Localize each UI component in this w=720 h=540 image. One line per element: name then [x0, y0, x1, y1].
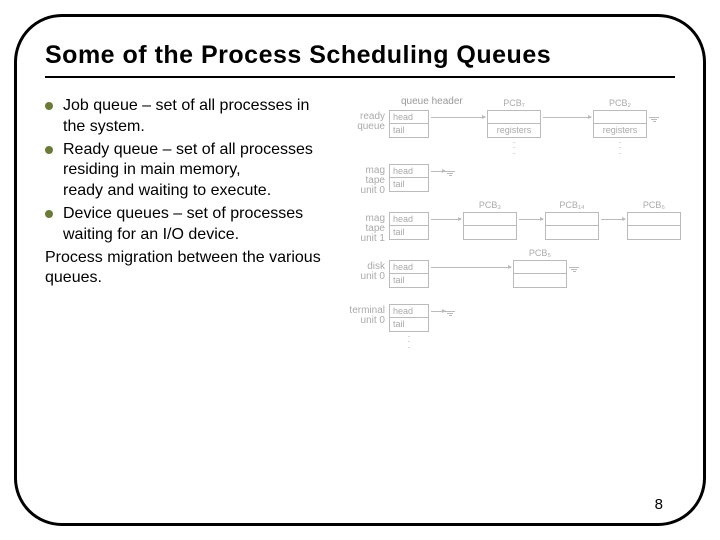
arrow-icon: [431, 311, 445, 312]
content-row: Job queue – set of all processes in the …: [45, 96, 675, 348]
pcb-label: PCB₁₄: [545, 200, 599, 210]
queue-label: mag tape unit 0: [345, 164, 389, 196]
head-cell: head: [390, 213, 428, 226]
queue-label: ready queue: [345, 110, 389, 132]
arrow-icon: [431, 219, 461, 220]
queue-header-box: head tail: [389, 260, 429, 288]
pcb-reg-cell: registers: [488, 124, 540, 137]
arrow-icon: [543, 117, 591, 118]
bullet-dot-icon: [45, 102, 53, 110]
tail-cell: tail: [390, 178, 428, 191]
bullet-text: Device queues – set of processes waiting…: [63, 204, 335, 246]
tail-cell: tail: [390, 274, 428, 287]
vertical-dots-icon: ···: [389, 334, 429, 350]
bullet-item: Job queue – set of all processes in the …: [45, 96, 335, 138]
head-cell: head: [390, 305, 428, 318]
tail-cell: tail: [390, 226, 428, 239]
ground-icon: [445, 171, 455, 176]
queue-diagram: queue header ready queue head tail PCB₇ …: [345, 96, 675, 348]
queue-row-magtape0: mag tape unit 0 head tail: [345, 164, 675, 196]
head-cell: head: [390, 111, 428, 124]
vertical-dots-icon: ···: [487, 140, 541, 156]
tail-cell: tail: [390, 318, 428, 331]
queue-label: terminal unit 0: [345, 304, 389, 326]
queue-header-box: head tail: [389, 164, 429, 192]
queue-row-terminal0: terminal unit 0 head tail ···: [345, 304, 675, 332]
pcb-box: registers: [593, 110, 647, 138]
bullet-item: Ready queue – set of all processes resid…: [45, 140, 335, 202]
page-number: 8: [655, 496, 663, 513]
queue-label: mag tape unit 1: [345, 212, 389, 244]
ground-icon: [445, 311, 455, 316]
arrow-icon: [601, 219, 625, 220]
pcb-reg-cell: registers: [594, 124, 646, 137]
pcb-box: [513, 260, 567, 288]
vertical-dots-icon: ···: [593, 140, 647, 156]
arrow-icon: [519, 219, 543, 220]
queue-row-magtape1: mag tape unit 1 head tail PCB₃ PCB₁₄ PCB…: [345, 212, 675, 244]
head-cell: head: [390, 165, 428, 178]
queue-row-ready: ready queue head tail PCB₇ registers ···…: [345, 110, 675, 138]
arrow-icon: [431, 267, 511, 268]
queue-header-box: head tail: [389, 304, 429, 332]
bullet-text: Ready queue – set of all processes resid…: [63, 140, 335, 202]
pcb-ptr-cell: [594, 111, 646, 124]
bullet-dot-icon: [45, 146, 53, 154]
pcb-box: [545, 212, 599, 240]
ground-icon: [649, 117, 659, 122]
queue-row-disk0: disk unit 0 head tail PCB₅: [345, 260, 675, 288]
pcb-label: PCB₇: [487, 98, 541, 108]
slide-frame: Some of the Process Scheduling Queues Jo…: [14, 14, 706, 526]
pcb-label: PCB₃: [463, 200, 517, 210]
queue-header-box: head tail: [389, 212, 429, 240]
arrow-icon: [431, 171, 445, 172]
slide-title: Some of the Process Scheduling Queues: [45, 41, 675, 70]
ground-icon: [569, 267, 579, 272]
queue-header-box: head tail: [389, 110, 429, 138]
head-cell: head: [390, 261, 428, 274]
queue-header-label: queue header: [401, 96, 463, 107]
bullet-list: Job queue – set of all processes in the …: [45, 96, 335, 348]
bullet-item: Device queues – set of processes waiting…: [45, 204, 335, 246]
pcb-box: registers: [487, 110, 541, 138]
pcb-label: PCB₂: [593, 98, 647, 108]
bullet-dot-icon: [45, 210, 53, 218]
pcb-ptr-cell: [488, 111, 540, 124]
pcb-box: [627, 212, 681, 240]
pcb-label: PCB₅: [513, 248, 567, 258]
pcb-box: [463, 212, 517, 240]
bullet-text: Job queue – set of all processes in the …: [63, 96, 335, 138]
pcb-label: PCB₆: [627, 200, 681, 210]
title-rule: [45, 76, 675, 78]
closing-text: Process migration between the various qu…: [45, 248, 335, 290]
arrow-icon: [431, 117, 485, 118]
tail-cell: tail: [390, 124, 428, 137]
queue-label: disk unit 0: [345, 260, 389, 282]
